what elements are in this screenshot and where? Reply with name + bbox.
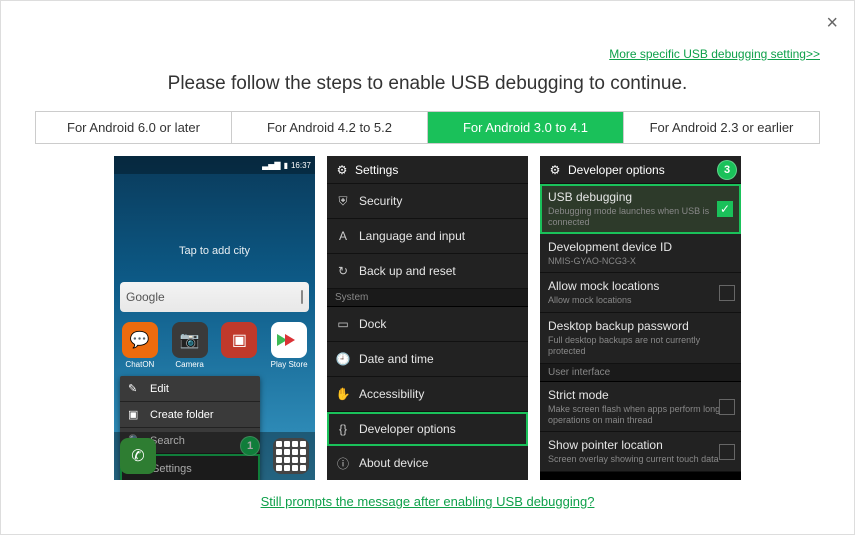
apps-icon (273, 438, 309, 474)
checkbox-checked-icon (717, 201, 733, 217)
braces-icon: {} (335, 421, 351, 437)
dev-options-header: ⚙Developer options 3 (540, 156, 741, 184)
section-system: System (327, 289, 528, 307)
pencil-icon: ✎ (128, 382, 142, 395)
chaton-icon: 💬ChatON (120, 322, 160, 372)
phone-icon: ✆ (120, 438, 156, 474)
gear-icon: ⚙ (548, 163, 562, 177)
info-icon: ⓘ (335, 455, 351, 471)
still-prompts-link[interactable]: Still prompts the message after enabling… (261, 494, 595, 509)
row-language: ALanguage and input (327, 219, 528, 254)
tab-android-2-3[interactable]: For Android 2.3 or earlier (624, 112, 819, 143)
tab-android-6[interactable]: For Android 6.0 or later (36, 112, 232, 143)
menu-edit: ✎Edit (120, 376, 260, 402)
instruction-screens: ▃▅▇▮16:37 16:37 Fri, Jan 18 Tap to add c… (35, 156, 820, 480)
bottom-help-link-container: Still prompts the message after enabling… (35, 494, 820, 509)
gear-icon: ⚙ (335, 163, 349, 177)
dock-icon: ▭ (335, 316, 351, 332)
usb-debugging-dialog: × More specific USB debugging setting>> … (0, 0, 855, 535)
folder-icon: ▣ (128, 408, 142, 421)
android-version-tabs: For Android 6.0 or later For Android 4.2… (35, 111, 820, 144)
security-icon: ⛨ (335, 193, 351, 209)
status-bar: ▃▅▇▮16:37 (114, 156, 315, 174)
row-developer-options: {}Developer options 2 (327, 412, 528, 446)
menu-create-folder: ▣Create folder (120, 402, 260, 428)
row-backup-password: Desktop backup passwordFull desktop back… (540, 313, 741, 364)
dialog-heading: Please follow the steps to enable USB de… (35, 73, 820, 95)
clock-icon: 🕘 (335, 351, 351, 367)
tab-android-3-0[interactable]: For Android 3.0 to 4.1 (428, 112, 624, 143)
row-dock: ▭Dock (327, 307, 528, 342)
more-specific-link[interactable]: More specific USB debugging setting>> (609, 47, 820, 61)
row-about: ⓘAbout device (327, 446, 528, 480)
tab-android-4-2[interactable]: For Android 4.2 to 5.2 (232, 112, 428, 143)
camera-icon: 📷Camera (170, 322, 210, 372)
hand-icon: ✋ (335, 386, 351, 402)
redbox-icon: ▣ (220, 322, 260, 372)
google-search-widget: Google (120, 282, 309, 312)
row-backup: ↻Back up and reset (327, 254, 528, 289)
section-user-interface: User interface (540, 364, 741, 382)
row-strict-mode: Strict modeMake screen flash when apps p… (540, 382, 741, 433)
screenshot-step-2: ⚙Settings ⛨Security ALanguage and input … (327, 156, 528, 480)
close-button[interactable]: × (826, 13, 838, 33)
language-icon: A (335, 228, 351, 244)
playstore-icon: Play Store (269, 322, 309, 372)
row-usb-debugging: USB debuggingDebugging mode launches whe… (540, 184, 741, 234)
row-accessibility: ✋Accessibility (327, 377, 528, 412)
step-badge-3: 3 (717, 160, 737, 180)
checkbox-icon (719, 444, 735, 460)
row-dev-device-id: Development device IDNMIS-GYAO-NCG3-X (540, 234, 741, 274)
screenshot-step-1: ▃▅▇▮16:37 16:37 Fri, Jan 18 Tap to add c… (114, 156, 315, 480)
checkbox-icon (719, 399, 735, 415)
dock: ✆ (114, 432, 315, 480)
weather-tap: Tap to add city (114, 245, 315, 257)
home-icons-row: 💬ChatON 📷Camera ▣ Play Store (120, 322, 309, 372)
row-security: ⛨Security (327, 184, 528, 219)
settings-header: ⚙Settings (327, 156, 528, 184)
screenshot-step-3: ⚙Developer options 3 USB debuggingDebugg… (540, 156, 741, 480)
checkbox-icon (719, 285, 735, 301)
row-pointer-location: Show pointer locationScreen overlay show… (540, 432, 741, 472)
backup-icon: ↻ (335, 263, 351, 279)
row-mock-locations: Allow mock locationsAllow mock locations (540, 273, 741, 313)
row-datetime: 🕘Date and time (327, 342, 528, 377)
